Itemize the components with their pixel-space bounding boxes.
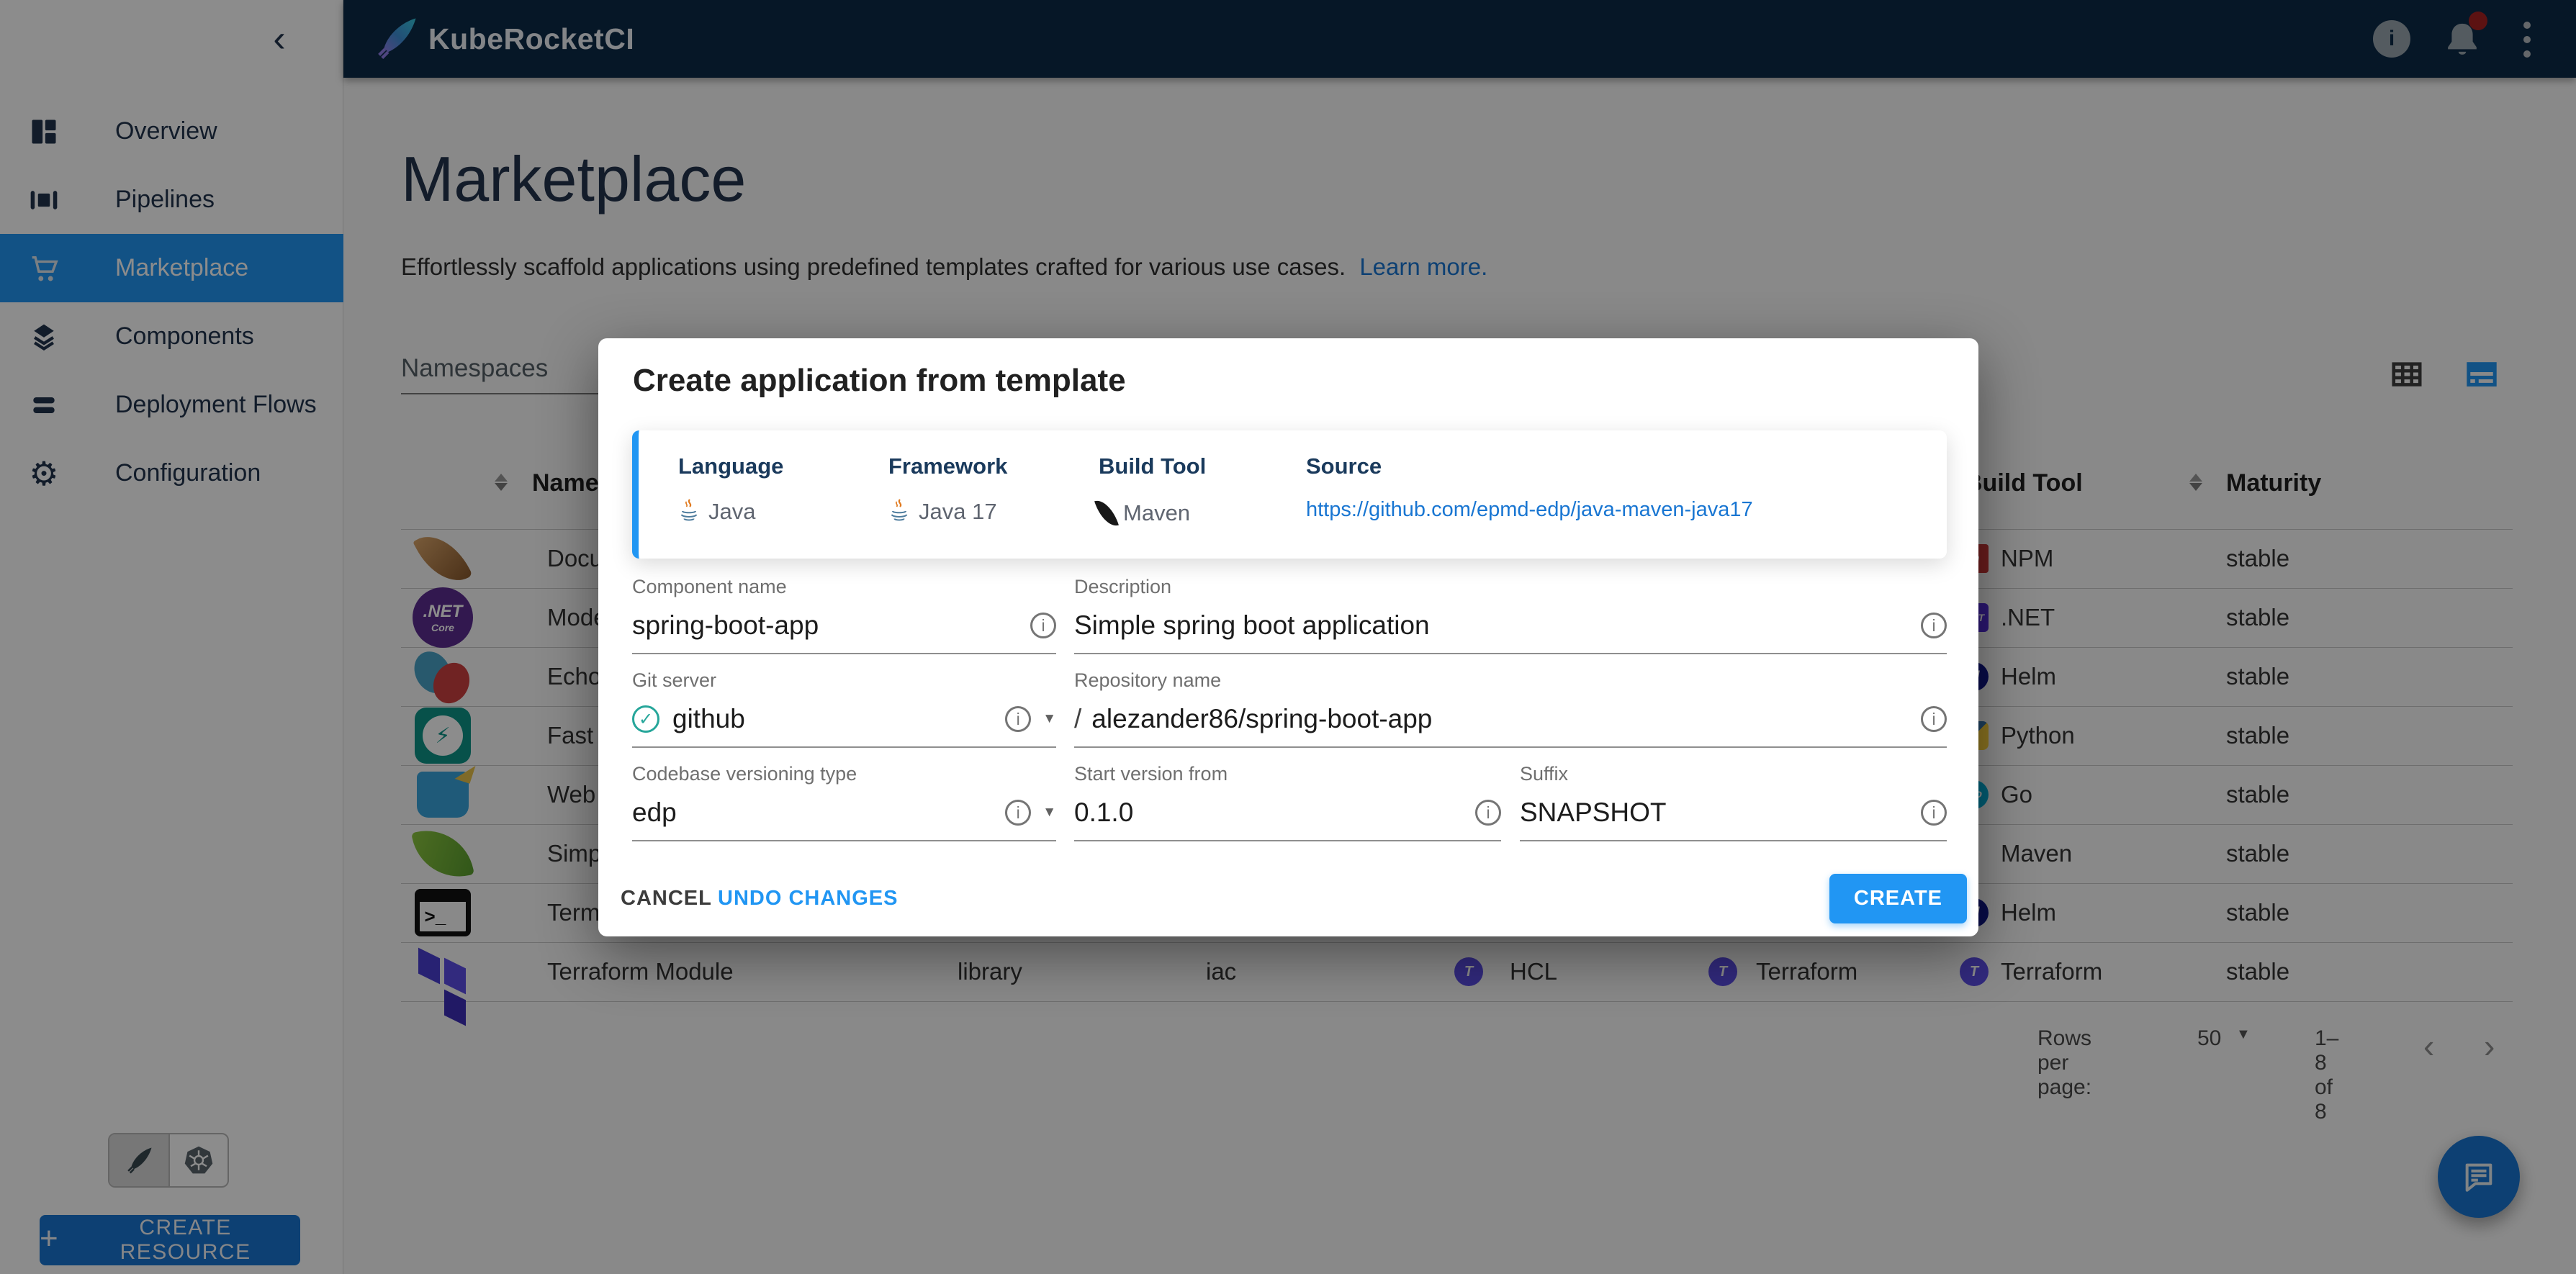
suffix-field[interactable]: Suffix SNAPSHOT i [1520, 763, 1947, 841]
language-label: Language [678, 453, 783, 479]
maven-feather-icon [1094, 497, 1119, 530]
build-tool-value: Maven [1123, 500, 1190, 526]
info-icon[interactable]: i [1475, 800, 1501, 826]
info-icon[interactable]: i [1030, 613, 1056, 638]
create-application-dialog: Create application from template Languag… [598, 338, 1978, 936]
description-value[interactable]: Simple spring boot application [1074, 610, 1430, 641]
info-icon[interactable]: i [1921, 613, 1947, 638]
undo-changes-button[interactable]: UNDO CHANGES [718, 887, 898, 911]
info-icon[interactable]: i [1921, 706, 1947, 732]
framework-label: Framework [888, 453, 1007, 479]
field-label: Component name [632, 576, 1056, 598]
info-icon[interactable]: i [1005, 800, 1031, 826]
repo-prefix: / [1074, 704, 1081, 734]
versioning-type-value[interactable]: edp [632, 798, 677, 828]
component-name-value[interactable]: spring-boot-app [632, 610, 819, 641]
dialog-title: Create application from template [633, 363, 1126, 399]
info-icon[interactable]: i [1005, 706, 1031, 732]
repository-name-field[interactable]: Repository name / alezander86/spring-boo… [1074, 669, 1947, 748]
git-server-select[interactable]: Git server ✓ github i ▼ [632, 669, 1056, 748]
versioning-type-select[interactable]: Codebase versioning type edp i ▼ [632, 763, 1056, 841]
field-label: Start version from [1074, 763, 1501, 785]
field-label: Repository name [1074, 669, 1947, 692]
java-icon [678, 498, 700, 525]
build-tool-label: Build Tool [1099, 453, 1206, 479]
chevron-down-icon[interactable]: ▼ [1042, 805, 1056, 821]
create-button[interactable]: CREATE [1829, 874, 1967, 923]
component-name-field[interactable]: Component name spring-boot-app i [632, 576, 1056, 654]
source-label: Source [1306, 453, 1753, 479]
kuberocketci-app: Marketplace Effortlessly scaffold applic… [0, 0, 2576, 1274]
start-version-value[interactable]: 0.1.0 [1074, 798, 1133, 828]
repository-name-value[interactable]: alezander86/spring-boot-app [1091, 704, 1432, 734]
field-label: Git server [632, 669, 1056, 692]
git-server-value[interactable]: github [672, 704, 745, 734]
field-label: Description [1074, 576, 1947, 598]
info-icon[interactable]: i [1921, 800, 1947, 826]
description-field[interactable]: Description Simple spring boot applicati… [1074, 576, 1947, 654]
suffix-value[interactable]: SNAPSHOT [1520, 798, 1667, 828]
chevron-down-icon[interactable]: ▼ [1042, 711, 1056, 727]
template-summary-card: Language Java Framework [632, 430, 1947, 559]
cancel-button[interactable]: CANCEL [621, 887, 712, 911]
success-check-icon: ✓ [632, 705, 659, 733]
framework-value: Java 17 [919, 499, 997, 525]
language-value: Java [708, 499, 755, 525]
field-label: Codebase versioning type [632, 763, 1056, 785]
start-version-field[interactable]: Start version from 0.1.0 i [1074, 763, 1501, 841]
field-label: Suffix [1520, 763, 1947, 785]
java-icon [888, 498, 910, 525]
source-url-link[interactable]: https://github.com/epmd-edp/java-maven-j… [1306, 498, 1753, 522]
